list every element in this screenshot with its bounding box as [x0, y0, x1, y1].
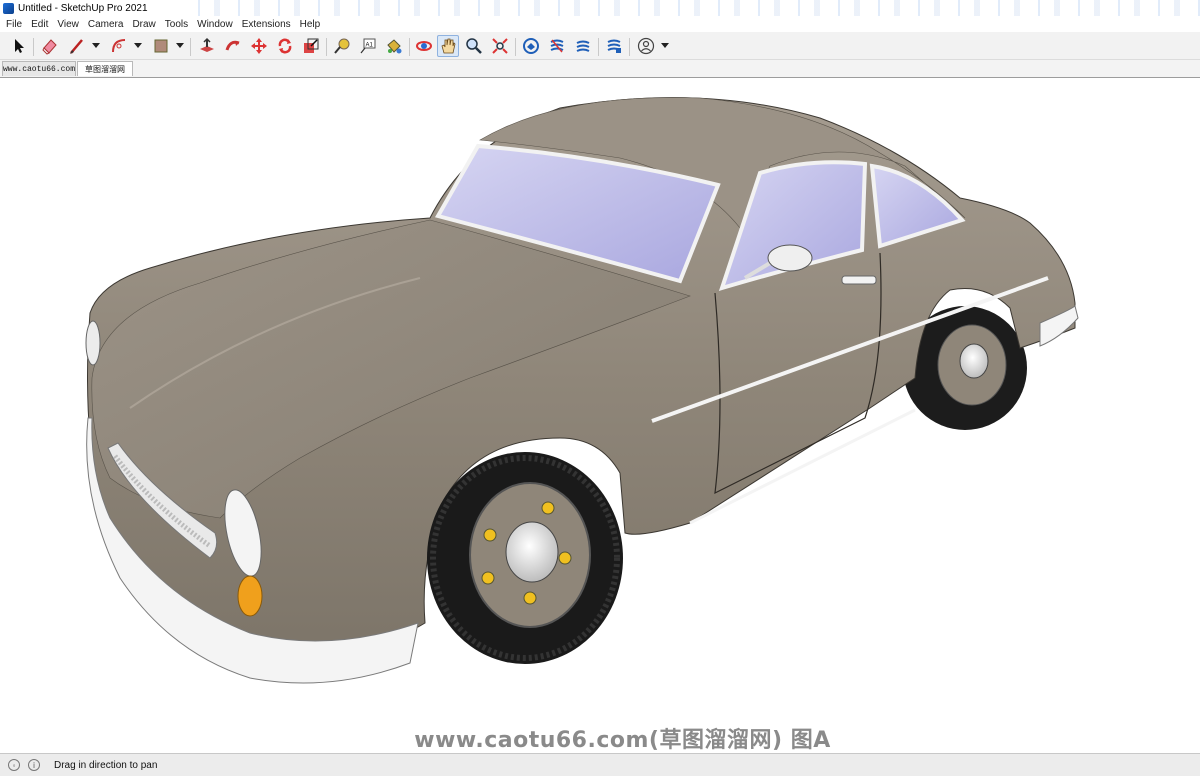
rectangle-tool-button[interactable]: [150, 35, 172, 57]
select-tool-button[interactable]: [8, 35, 30, 57]
3d-warehouse-button[interactable]: [520, 35, 542, 57]
scale-tool-icon: [304, 38, 319, 53]
line-tool-button[interactable]: [66, 35, 88, 57]
menu-extensions[interactable]: Extensions: [242, 19, 291, 30]
follow-me-tool-button[interactable]: [222, 35, 244, 57]
rectangle-tool-icon: [154, 39, 168, 53]
zoom-tool-button[interactable]: [463, 35, 485, 57]
svg-text:A1: A1: [366, 43, 374, 49]
title-bar-background: [180, 0, 1200, 16]
door-handle: [841, 275, 877, 285]
info-icon[interactable]: i: [28, 759, 40, 771]
orbit-tool-button[interactable]: [413, 35, 435, 57]
push-pull-tool-button[interactable]: [196, 35, 218, 57]
watermark-text: www.caotu66.com(草图溜溜网) 图A: [414, 728, 831, 753]
move-tool-button[interactable]: [248, 35, 270, 57]
rotate-tool-icon: [278, 38, 292, 54]
zoom-tool-icon: [466, 38, 482, 54]
zoom-extents-tool-button[interactable]: [489, 35, 511, 57]
extension-warehouse-button[interactable]: [546, 35, 568, 57]
main-toolbar: A1: [0, 32, 1200, 60]
menu-tools[interactable]: Tools: [165, 19, 188, 30]
window-title: Untitled - SketchUp Pro 2021: [18, 2, 148, 14]
account-icon: [637, 37, 655, 55]
layout-button[interactable]: [572, 35, 594, 57]
eraser-tool-button[interactable]: [39, 35, 61, 57]
text-tool-button[interactable]: A1: [357, 35, 379, 57]
menu-file[interactable]: File: [6, 19, 22, 30]
status-hint: Drag in direction to pan: [54, 759, 158, 771]
chevron-down-icon[interactable]: [176, 43, 184, 49]
chevron-down-icon[interactable]: [92, 43, 100, 49]
extension-warehouse-icon: [550, 39, 564, 53]
scene-tabs: www.caotu66.com 草图溜溜网: [0, 60, 1200, 77]
menu-view[interactable]: View: [57, 19, 79, 30]
arc-tool-icon: [112, 39, 126, 53]
toolbar-separator: [326, 38, 327, 56]
tab-scene-2[interactable]: 草图溜溜网: [77, 61, 133, 76]
menu-help[interactable]: Help: [300, 19, 321, 30]
status-bar: ◦ i Drag in direction to pan: [0, 753, 1200, 776]
toolbar-separator: [629, 38, 630, 56]
tab-scene-1[interactable]: www.caotu66.com: [2, 61, 76, 76]
eraser-tool-icon: [42, 39, 57, 55]
account-button[interactable]: [635, 35, 657, 57]
car-model: [85, 97, 1079, 684]
follow-me-tool-icon: [225, 40, 240, 51]
scale-tool-button[interactable]: [300, 35, 322, 57]
text-tool-icon: A1: [360, 38, 376, 54]
toolbar-separator: [190, 38, 191, 56]
sketchup-logo-icon: [3, 2, 14, 14]
select-tool-icon: [15, 39, 24, 53]
title-bar: Untitled - SketchUp Pro 2021: [0, 0, 1200, 16]
sketchup-window: Untitled - SketchUp Pro 2021 File Edit V…: [0, 0, 1200, 776]
rotate-tool-button[interactable]: [274, 35, 296, 57]
tape-measure-tool-icon: [334, 38, 350, 54]
chevron-down-icon[interactable]: [661, 43, 669, 49]
pan-tool-button[interactable]: [437, 35, 459, 57]
toolbar-separator: [515, 38, 516, 56]
tape-measure-tool-button[interactable]: [331, 35, 353, 57]
menu-bar: File Edit View Camera Draw Tools Window …: [0, 16, 1200, 32]
layout-icon: [576, 40, 590, 52]
paint-bucket-tool-button[interactable]: [383, 35, 405, 57]
toolbar-separator: [409, 38, 410, 56]
front-wheel: [427, 452, 623, 664]
menu-camera[interactable]: Camera: [88, 19, 124, 30]
paint-bucket-tool-icon: [387, 39, 402, 54]
menu-window[interactable]: Window: [197, 19, 233, 30]
chevron-down-icon[interactable]: [134, 43, 142, 49]
line-tool-icon: [70, 39, 83, 54]
pan-tool-icon: [441, 38, 456, 54]
geo-location-icon[interactable]: ◦: [8, 759, 20, 771]
push-pull-tool-icon: [200, 37, 214, 52]
menu-edit[interactable]: Edit: [31, 19, 48, 30]
turn-indicator: [237, 575, 263, 617]
headlight-left: [85, 320, 101, 366]
3d-warehouse-icon: [523, 38, 539, 54]
watermark: www.caotu66.com(草图溜溜网) 图A: [0, 722, 1200, 753]
drawing-viewport[interactable]: www.caotu66.com(草图溜溜网) 图A: [0, 77, 1200, 753]
move-tool-icon: [251, 38, 267, 54]
toolbar-separator: [33, 38, 34, 56]
extension-manager-button[interactable]: [603, 35, 625, 57]
toolbar-separator: [598, 38, 599, 56]
arc-tool-button[interactable]: [108, 35, 130, 57]
menu-draw[interactable]: Draw: [132, 19, 155, 30]
extension-manager-icon: [607, 39, 621, 53]
zoom-extents-tool-icon: [492, 38, 508, 54]
orbit-tool-icon: [416, 41, 432, 51]
